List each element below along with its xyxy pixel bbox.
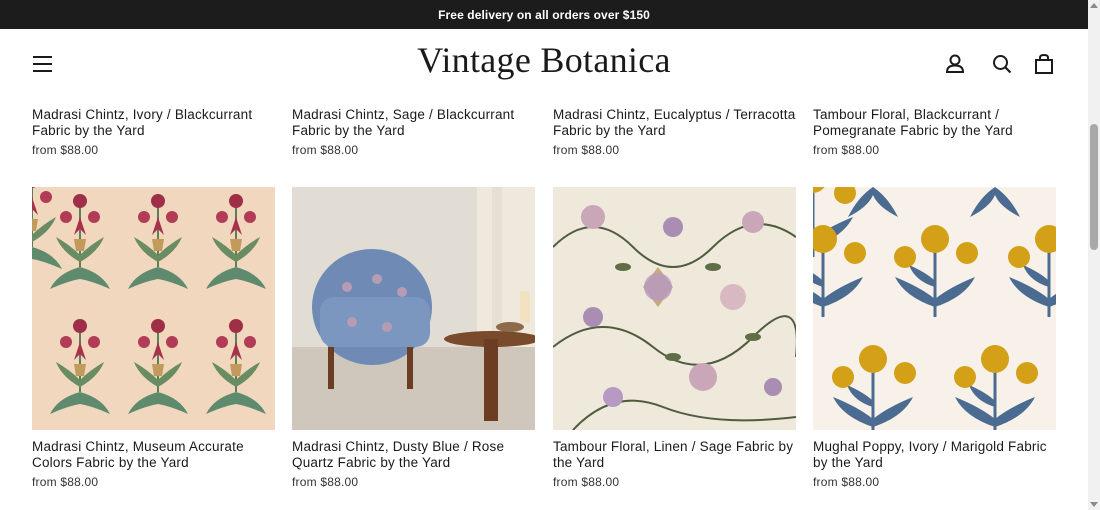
product-price: from $88.00 bbox=[292, 475, 359, 489]
product-title[interactable]: Madrasi Chintz, Eucalyptus / Terracotta … bbox=[553, 107, 796, 139]
product-card[interactable]: Madrasi Chintz, Sage / Blackcurrant Fabr… bbox=[292, 107, 535, 157]
scroll-thumb[interactable] bbox=[1090, 124, 1098, 250]
scroll-down-icon[interactable] bbox=[1090, 502, 1098, 507]
product-title[interactable]: Tambour Floral, Blackcurrant / Pomegrana… bbox=[813, 107, 1056, 139]
product-title[interactable]: Madrasi Chintz, Dusty Blue / Rose Quartz… bbox=[292, 439, 535, 471]
announcement-bar: Free delivery on all orders over $150 bbox=[0, 0, 1088, 29]
product-image[interactable] bbox=[553, 187, 796, 430]
product-image[interactable] bbox=[813, 187, 1056, 430]
product-price: from $88.00 bbox=[32, 475, 99, 489]
cart-icon[interactable] bbox=[1031, 51, 1057, 77]
product-image[interactable] bbox=[292, 187, 535, 430]
page-scrollbar[interactable] bbox=[1088, 0, 1100, 510]
scroll-up-icon[interactable] bbox=[1090, 3, 1098, 8]
product-card[interactable]: Mughal Poppy, Ivory / Marigold Fabric by… bbox=[813, 439, 1056, 489]
product-title[interactable]: Mughal Poppy, Ivory / Marigold Fabric by… bbox=[813, 439, 1056, 471]
product-title[interactable]: Madrasi Chintz, Ivory / Blackcurrant Fab… bbox=[32, 107, 275, 139]
product-card[interactable]: Madrasi Chintz, Museum Accurate Colors F… bbox=[32, 439, 275, 489]
site-header: Vintage Botanica bbox=[0, 29, 1088, 97]
product-image[interactable] bbox=[32, 187, 275, 430]
product-card[interactable]: Tambour Floral, Linen / Sage Fabric by t… bbox=[553, 439, 796, 489]
product-card[interactable]: Tambour Floral, Blackcurrant / Pomegrana… bbox=[813, 107, 1056, 157]
product-price: from $88.00 bbox=[813, 475, 880, 489]
product-title[interactable]: Tambour Floral, Linen / Sage Fabric by t… bbox=[553, 439, 796, 471]
product-title[interactable]: Madrasi Chintz, Sage / Blackcurrant Fabr… bbox=[292, 107, 535, 139]
announcement-text: Free delivery on all orders over $150 bbox=[438, 7, 650, 22]
site-logo[interactable]: Vintage Botanica bbox=[0, 39, 1088, 81]
product-price: from $88.00 bbox=[553, 143, 620, 157]
product-card[interactable]: Madrasi Chintz, Eucalyptus / Terracotta … bbox=[553, 107, 796, 157]
search-icon[interactable] bbox=[989, 51, 1015, 77]
product-price: from $88.00 bbox=[553, 475, 620, 489]
product-price: from $88.00 bbox=[813, 143, 880, 157]
product-price: from $88.00 bbox=[292, 143, 359, 157]
product-card[interactable]: Madrasi Chintz, Dusty Blue / Rose Quartz… bbox=[292, 439, 535, 489]
product-card[interactable]: Madrasi Chintz, Ivory / Blackcurrant Fab… bbox=[32, 107, 275, 157]
product-price: from $88.00 bbox=[32, 143, 99, 157]
product-title[interactable]: Madrasi Chintz, Museum Accurate Colors F… bbox=[32, 439, 275, 471]
account-icon[interactable] bbox=[942, 51, 968, 77]
